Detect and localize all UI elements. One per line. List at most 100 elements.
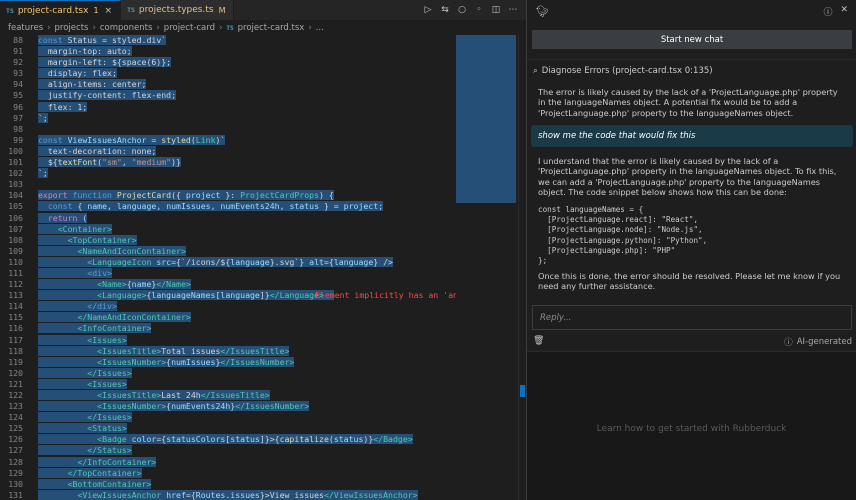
code-area[interactable]: 88 const Status = styled.div` 91 margin-to… [0,35,456,500]
code-line[interactable]: 119 <IssuesNumber>{numIssues}</IssuesNum… [0,356,456,368]
breadcrumb-item[interactable]: project-card.tsx [238,23,305,33]
line-number: 94 [13,79,23,90]
code-line[interactable]: 131 <ViewIssuesAnchor href={Routes.issue… [0,489,456,500]
code-text: text-decoration: none; [38,145,157,156]
reply-input[interactable]: Reply... [532,305,852,330]
code-line[interactable]: 91 margin-top: auto; [0,46,456,57]
line-number: 128 [8,456,23,467]
code-text: const ViewIssuesAnchor = styled(Link)` [38,134,226,145]
code-line[interactable]: 129 </TopContainer> [0,467,456,479]
line-number: 91 [13,46,23,57]
close-icon[interactable]: × [105,6,113,16]
code-line[interactable]: 98 [0,124,456,135]
code-line[interactable]: 112 <Name>{name}</Name> [0,279,456,290]
help-icon[interactable]: ⓘ [823,5,832,18]
code-text: margin-left: ${space(6)}; [38,57,172,68]
code-line[interactable]: 114 </div> [0,301,456,312]
code-text: const Status = styled.div` [38,35,167,45]
code-line[interactable]: 99 const ViewIssuesAnchor = styled(Link)` [0,134,456,146]
breadcrumb-item[interactable]: features [8,23,43,33]
code-line[interactable]: 110 <LanguageIcon src={`/icons/${languag… [0,256,456,268]
code-line[interactable]: 105 const { name, language, numIssues, n… [0,201,456,212]
code-text: <IssuesNumber>{numEvents24h}</IssuesNumb… [38,401,310,412]
line-number: 124 [8,412,23,423]
breadcrumb-item[interactable]: project-card [164,23,215,33]
code-line[interactable]: 106 return ( [0,212,456,224]
line-number: 127 [8,445,23,456]
code-text: </Issues> [38,412,132,423]
code-line[interactable]: 121 <Issues> [0,378,456,390]
minimap[interactable] [456,35,516,205]
code-line[interactable]: 117 <Issues> [0,334,456,346]
code-line[interactable]: 120 </Issues> [0,367,456,379]
code-line[interactable]: 122 <IssuesTitle>Last 24h</IssuesTitle> [0,390,456,401]
code-line[interactable]: 123 <IssuesNumber>{numEvents24h}</Issues… [0,401,456,412]
split-editor-icon[interactable]: ◫ [491,5,501,15]
code-line[interactable]: 130 <BottomContainer> [0,478,456,490]
code-line[interactable]: 96 flex: 1; [0,101,456,113]
code-line[interactable]: 101 ${textFont("sm", "medium")} [0,157,456,168]
run-icon[interactable]: ▷ [423,5,433,15]
code-line[interactable]: 109 <NameAndIconContainer> [0,245,456,257]
breadcrumb-item[interactable]: ... [316,23,324,33]
panel-actions: ⓘ ✕ [823,5,848,18]
tab-project-card[interactable]: TS project-card.tsx 1 × [0,0,122,20]
code-line[interactable]: 116 <InfoContainer> [0,323,456,334]
code-line[interactable]: 115 </NameAndIconContainer> [0,312,456,323]
line-number: 97 [13,112,23,123]
code-text: `; [38,112,48,123]
code-line[interactable]: 113 <Language>{languageNames[language]}<… [0,290,456,301]
code-line[interactable]: 103 [0,179,456,190]
code-line[interactable]: 124 </Issues> [0,412,456,423]
line-number: 129 [8,467,23,478]
tab-projects-types[interactable]: TS projects.types.ts M [121,0,235,20]
code-line[interactable]: 97 `; [0,112,456,124]
code-line[interactable]: 93 display: flex; [0,68,456,79]
code-line[interactable]: 100 text-decoration: none; [0,145,456,157]
code-text: <BottomContainer> [38,478,152,490]
code-line[interactable]: 128 </InfoContainer> [0,456,456,468]
info-icon: ⓘ [784,338,793,348]
line-number: 95 [13,90,23,101]
code-line[interactable]: 118 <IssuesTitle>Total issues</IssuesTit… [0,345,456,357]
code-text: return ( [38,212,88,224]
code-text: <Status> [38,423,127,434]
code-line[interactable]: 107 <Container> [0,223,456,235]
get-started-link[interactable]: Learn how to get started with Rubberduck [527,424,856,434]
trash-icon[interactable]: 🗑︎ [533,336,544,346]
editor-scrollbar[interactable] [518,35,526,500]
start-new-chat-button[interactable]: Start new chat [532,30,852,49]
line-number: 119 [8,356,23,367]
typescript-icon: TS [6,6,14,15]
code-line[interactable]: 108 <TopContainer> [0,234,456,246]
code-line[interactable]: 126 <Badge color={statusColors[status]}>… [0,434,456,445]
code-line[interactable]: 95 justify-content: flex-end; [0,90,456,101]
code-text: <LanguageIcon src={`/icons/${language}.s… [38,256,393,268]
code-line[interactable]: 92 margin-left: ${space(6)}; [0,57,456,68]
scrollbar-thumb[interactable] [520,385,525,397]
circle-icon[interactable]: ◦ [474,5,484,15]
more-icon[interactable]: ⋯ [508,5,518,15]
tab-label: projects.types.ts [138,5,214,15]
code-line[interactable]: 94 align-items: center; [0,79,456,90]
conversation-title[interactable]: ⌕ Diagnose Errors (project-card.tsx 0:13… [533,66,713,76]
code-text: <Container> [38,223,112,235]
compare-icon[interactable]: ⇆ [440,5,450,15]
code-line[interactable]: 127 </Status> [0,445,456,456]
code-line[interactable]: 104 export function ProjectCard({ project… [0,190,456,201]
line-number: 98 [13,123,23,134]
code-text: justify-content: flex-end; [38,90,177,101]
circle-icon[interactable]: ○ [457,5,467,15]
breadcrumb-item[interactable]: components [100,23,153,33]
code-text: <Issues> [38,334,127,346]
code-line[interactable]: 88 const Status = styled.div` [0,35,456,46]
close-icon[interactable]: ✕ [840,5,848,18]
code-line[interactable]: 102 `; [0,168,456,179]
line-number: 96 [13,101,23,112]
code-line[interactable]: 125 <Status> [0,423,456,434]
code-line[interactable]: 111 <div> [0,267,456,279]
code-text: ${textFont("sm", "medium")} [38,157,181,168]
bot-message: The error is likely caused by the lack o… [538,87,838,118]
code-text: display: flex; [38,68,117,79]
breadcrumb-item[interactable]: projects [55,23,89,33]
